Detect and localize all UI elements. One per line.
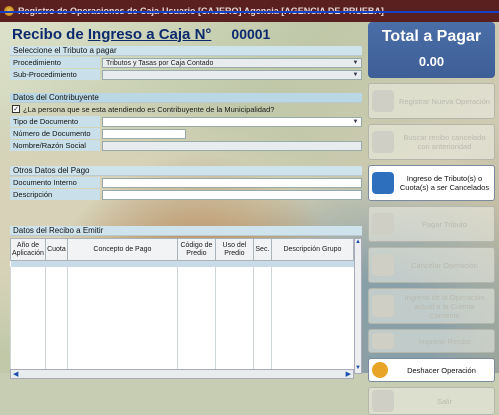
form-panel: Recibo de Ingreso a Caja N° 00001 Selecc… (10, 22, 362, 201)
tipo-documento-row: Tipo de Documento ▼ (10, 116, 362, 127)
col-anio[interactable]: Año de Aplicación (10, 238, 46, 261)
nombre-field (102, 140, 362, 151)
search-receipt-icon (372, 131, 394, 153)
descripcion-input[interactable] (102, 189, 362, 200)
actions-panel: Total a Pagar 0.00 Registrar Nueva Opera… (368, 22, 495, 415)
chevron-down-icon[interactable]: ▼ (351, 59, 360, 67)
recibo-table[interactable]: Año de Aplicación Cuota Concepto de Pago… (10, 238, 355, 369)
recibo-section-label: Datos del Recibo a Emitir (10, 226, 362, 236)
cancel-icon (372, 254, 394, 276)
subprocedimiento-row: Sub-Procedimiento ▼ (10, 69, 362, 80)
undo-icon (372, 362, 388, 378)
horizontal-scrollbar[interactable]: ◀ ▶ (10, 368, 354, 379)
receipt-title: Ingreso a Caja N° (87, 25, 212, 43)
procedimiento-row: Procedimiento Tributos y Tasas por Caja … (10, 57, 362, 68)
procedimiento-value: Tributos y Tasas por Caja Contado (106, 59, 214, 67)
printer-icon (372, 333, 394, 349)
scroll-left-icon[interactable]: ◀ (13, 370, 18, 378)
subprocedimiento-select[interactable]: ▼ (102, 69, 362, 80)
deshacer-operacion-button[interactable]: Deshacer Operación (368, 358, 495, 382)
numero-documento-row: Número de Documento (10, 128, 362, 139)
ingreso-cuenta-corriente-button[interactable]: Ingreso de la Operación actual a la Cuen… (368, 288, 495, 324)
ingreso-tributo-button[interactable]: Ingreso de Tributo(s) o Cuota(s) a ser C… (368, 165, 495, 201)
col-sec[interactable]: Sec. (252, 238, 272, 261)
ledger-icon (372, 295, 394, 317)
contribuyente-section-label: Datos del Contribuyente (10, 93, 362, 103)
table-cell (176, 266, 216, 369)
buscar-recibo-button[interactable]: Buscar recibo cancelado con anterioridad (368, 124, 495, 160)
registrar-nueva-operacion-button[interactable]: Registrar Nueva Operación (368, 83, 495, 119)
descripcion-row: Descripción (10, 189, 362, 200)
chevron-down-icon[interactable]: ▼ (351, 71, 360, 79)
scroll-down-icon[interactable]: ▼ (355, 365, 361, 373)
exit-icon (372, 390, 394, 412)
vertical-scrollbar[interactable]: ▲ ▼ (354, 238, 362, 374)
table-cell (66, 266, 178, 369)
contribuyente-checkbox[interactable]: ✓ (12, 105, 20, 113)
col-uso-predio[interactable]: Uso del Predio (214, 238, 254, 261)
pago-section-label: Otros Datos del Pago (10, 166, 362, 176)
table-cell (270, 266, 354, 369)
documento-interno-input[interactable] (102, 177, 362, 188)
documento-interno-row: Documento Interno (10, 177, 362, 188)
pagar-tributo-button[interactable]: Pagar Tributo (368, 206, 495, 242)
documento-interno-label: Documento Interno (10, 177, 100, 188)
total-box: Total a Pagar 0.00 (368, 22, 495, 78)
tributo-section-label: Seleccione el Tributo a pagar (10, 46, 362, 56)
numero-documento-input[interactable] (102, 128, 186, 139)
receipt-header: Recibo de Ingreso a Caja N° 00001 (10, 22, 362, 46)
nombre-row: Nombre/Razón Social (10, 140, 362, 151)
window-titlebar[interactable]: Registro de Operaciones de Caja-Usuario … (0, 0, 499, 22)
tipo-documento-label: Tipo de Documento (10, 116, 100, 127)
money-icon (372, 213, 394, 235)
table-cell (214, 266, 254, 369)
title-underline (0, 11, 499, 13)
descripcion-label: Descripción (10, 189, 100, 200)
contribuyente-question: ¿La persona que se esta atendiendo es Co… (23, 104, 275, 114)
total-value: 0.00 (418, 54, 445, 69)
numero-documento-label: Número de Documento (10, 128, 100, 139)
contribuyente-checkbox-row[interactable]: ✓ ¿La persona que se esta atendiendo es … (10, 103, 362, 115)
col-cuota[interactable]: Cuota (44, 238, 68, 261)
imprimir-recibo-button[interactable]: Imprimir Recibo (368, 329, 495, 353)
chevron-down-icon[interactable]: ▼ (351, 118, 360, 126)
table-cell (252, 266, 272, 369)
recibo-grid-panel: Datos del Recibo a Emitir Año de Aplicac… (10, 226, 362, 379)
cancelar-operacion-button[interactable]: Cancelar Operación (368, 247, 495, 283)
table-cell (10, 266, 46, 369)
receipt-title-prefix: Recibo de Ingreso a Caja N° (12, 25, 212, 43)
col-codigo-predio[interactable]: Código de Predio (176, 238, 216, 261)
subprocedimiento-label: Sub-Procedimiento (10, 69, 100, 80)
col-descripcion-grupo[interactable]: Descripción Grupo (270, 238, 355, 261)
procedimiento-label: Procedimiento (10, 57, 100, 68)
total-label: Total a Pagar (381, 28, 482, 45)
scroll-right-icon[interactable]: ▶ (346, 370, 351, 378)
scroll-up-icon[interactable]: ▲ (355, 239, 361, 247)
document-icon (372, 172, 394, 194)
table-cell (44, 266, 68, 369)
salir-button[interactable]: Salir (368, 387, 495, 415)
nombre-label: Nombre/Razón Social (10, 140, 100, 151)
new-operation-icon (372, 90, 394, 112)
receipt-number: 00001 (231, 26, 271, 42)
tipo-documento-select[interactable]: ▼ (102, 116, 362, 127)
procedimiento-select[interactable]: Tributos y Tasas por Caja Contado ▼ (102, 57, 362, 68)
col-concepto[interactable]: Concepto de Pago (66, 238, 178, 261)
